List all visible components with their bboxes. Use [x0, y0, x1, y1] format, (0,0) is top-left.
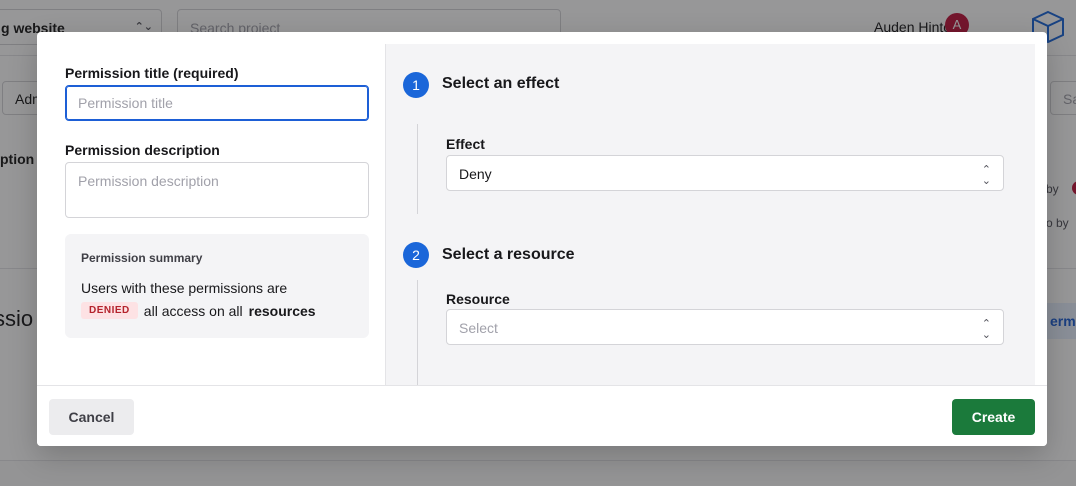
effect-select-value: Deny: [459, 166, 492, 182]
step-1-title: Select an effect: [442, 75, 560, 92]
permission-details-panel: Permission title (required) Permission d…: [37, 32, 385, 385]
step-1-rail: [417, 124, 418, 214]
resource-label: Resource: [446, 291, 510, 307]
step-2-title: Select a resource: [442, 246, 575, 263]
resource-select[interactable]: Select ⌃ ⌄: [446, 309, 1004, 345]
permission-steps-panel: 1 Select an effect Effect Deny ⌃ ⌄ 2 Sele…: [385, 44, 1035, 385]
permission-title-label: Permission title (required): [65, 65, 239, 81]
chevron-up-down-icon: ⌃⌄: [981, 164, 991, 187]
permission-summary-detail: DENIED all access on all resources: [81, 302, 316, 319]
effect-select[interactable]: Deny ⌃ ⌄: [446, 155, 1004, 191]
modal-footer: Cancel Create: [37, 385, 1047, 446]
permission-summary: Permission summary Users with these perm…: [65, 234, 369, 338]
step-1-number: 1: [403, 72, 429, 98]
cancel-button[interactable]: Cancel: [49, 399, 134, 435]
step-2-number: 2: [403, 242, 429, 268]
denied-badge: DENIED: [81, 302, 138, 319]
permission-summary-scope: all access on all: [143, 302, 243, 319]
step-2-rail: [417, 280, 418, 385]
permission-description-label: Permission description: [65, 142, 220, 158]
permission-summary-heading: Permission summary: [81, 251, 203, 265]
effect-label: Effect: [446, 136, 485, 152]
permission-summary-resources: resources: [248, 302, 316, 319]
create-button[interactable]: Create: [952, 399, 1035, 435]
permission-description-input[interactable]: [65, 162, 369, 218]
permission-summary-text: Users with these permissions are: [81, 280, 288, 296]
resource-select-placeholder: Select: [459, 320, 498, 336]
permission-title-input[interactable]: [65, 85, 369, 121]
chevron-up-down-icon: ⌃⌄: [981, 318, 991, 341]
create-permission-modal: Permission title (required) Permission d…: [37, 32, 1047, 446]
